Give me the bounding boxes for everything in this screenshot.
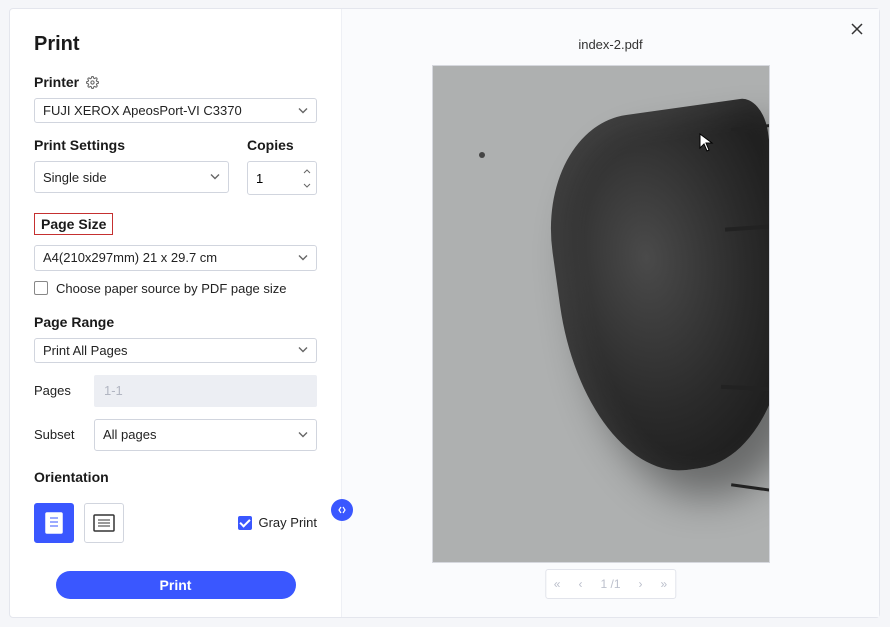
- cursor-icon: [699, 133, 715, 158]
- page-size-label: Page Size: [41, 216, 106, 232]
- subset-label: Subset: [34, 427, 82, 442]
- printer-label: Printer: [34, 74, 79, 90]
- orientation-label: Orientation: [34, 469, 317, 485]
- page-first-button[interactable]: «: [554, 577, 561, 591]
- subset-value: All pages: [103, 427, 156, 442]
- page-indicator: 1 /1: [600, 577, 620, 591]
- chevron-down-icon: [298, 250, 308, 265]
- copies-input[interactable]: 1: [247, 161, 317, 195]
- gear-icon[interactable]: [85, 75, 99, 89]
- gray-print-label: Gray Print: [258, 515, 317, 530]
- page-size-highlight: Page Size: [34, 213, 113, 235]
- print-settings-label: Print Settings: [34, 137, 229, 153]
- page-size-value: A4(210x297mm) 21 x 29.7 cm: [43, 250, 217, 265]
- collapse-handle[interactable]: [331, 499, 353, 521]
- page-range-select[interactable]: Print All Pages: [34, 338, 317, 363]
- page-last-button[interactable]: »: [661, 577, 668, 591]
- preview-filename: index-2.pdf: [342, 9, 879, 52]
- chevron-down-icon: [298, 343, 308, 358]
- page-range-label: Page Range: [34, 314, 317, 330]
- page-range-value: Print All Pages: [43, 343, 128, 358]
- orientation-landscape-button[interactable]: [84, 503, 124, 543]
- page-prev-button[interactable]: ‹: [578, 577, 582, 591]
- preview-page: [432, 65, 770, 563]
- pagination: « ‹ 1 /1 › »: [545, 569, 676, 599]
- pages-input: 1-1: [94, 375, 317, 407]
- copies-up-button[interactable]: [300, 164, 314, 178]
- print-dialog: Print Printer FUJI XEROX ApeosPort-VI C3…: [9, 8, 880, 618]
- chevron-down-icon: [298, 427, 308, 442]
- printer-select[interactable]: FUJI XEROX ApeosPort-VI C3370: [34, 98, 317, 123]
- dialog-title: Print: [34, 33, 317, 56]
- page-next-button[interactable]: ›: [639, 577, 643, 591]
- copies-value: 1: [256, 171, 263, 186]
- preview-panel: index-2.pdf « ‹ 1 /1 › »: [342, 9, 879, 617]
- orientation-portrait-button[interactable]: [34, 503, 74, 543]
- print-settings-select[interactable]: Single side: [34, 161, 229, 193]
- print-settings-value: Single side: [43, 170, 107, 185]
- copies-label: Copies: [247, 137, 317, 153]
- chevron-down-icon: [298, 103, 308, 118]
- printer-label-row: Printer: [34, 74, 317, 90]
- paper-source-label: Choose paper source by PDF page size: [56, 281, 287, 296]
- settings-panel: Print Printer FUJI XEROX ApeosPort-VI C3…: [10, 9, 342, 617]
- close-button[interactable]: [845, 17, 869, 41]
- chevron-down-icon: [210, 170, 220, 185]
- paper-source-checkbox[interactable]: [34, 281, 48, 295]
- subset-select[interactable]: All pages: [94, 419, 317, 451]
- copies-down-button[interactable]: [300, 178, 314, 192]
- printer-value: FUJI XEROX ApeosPort-VI C3370: [43, 103, 242, 118]
- page-size-select[interactable]: A4(210x297mm) 21 x 29.7 cm: [34, 245, 317, 270]
- pages-label: Pages: [34, 383, 82, 398]
- print-button[interactable]: Print: [56, 571, 296, 599]
- gray-print-checkbox[interactable]: [238, 516, 252, 530]
